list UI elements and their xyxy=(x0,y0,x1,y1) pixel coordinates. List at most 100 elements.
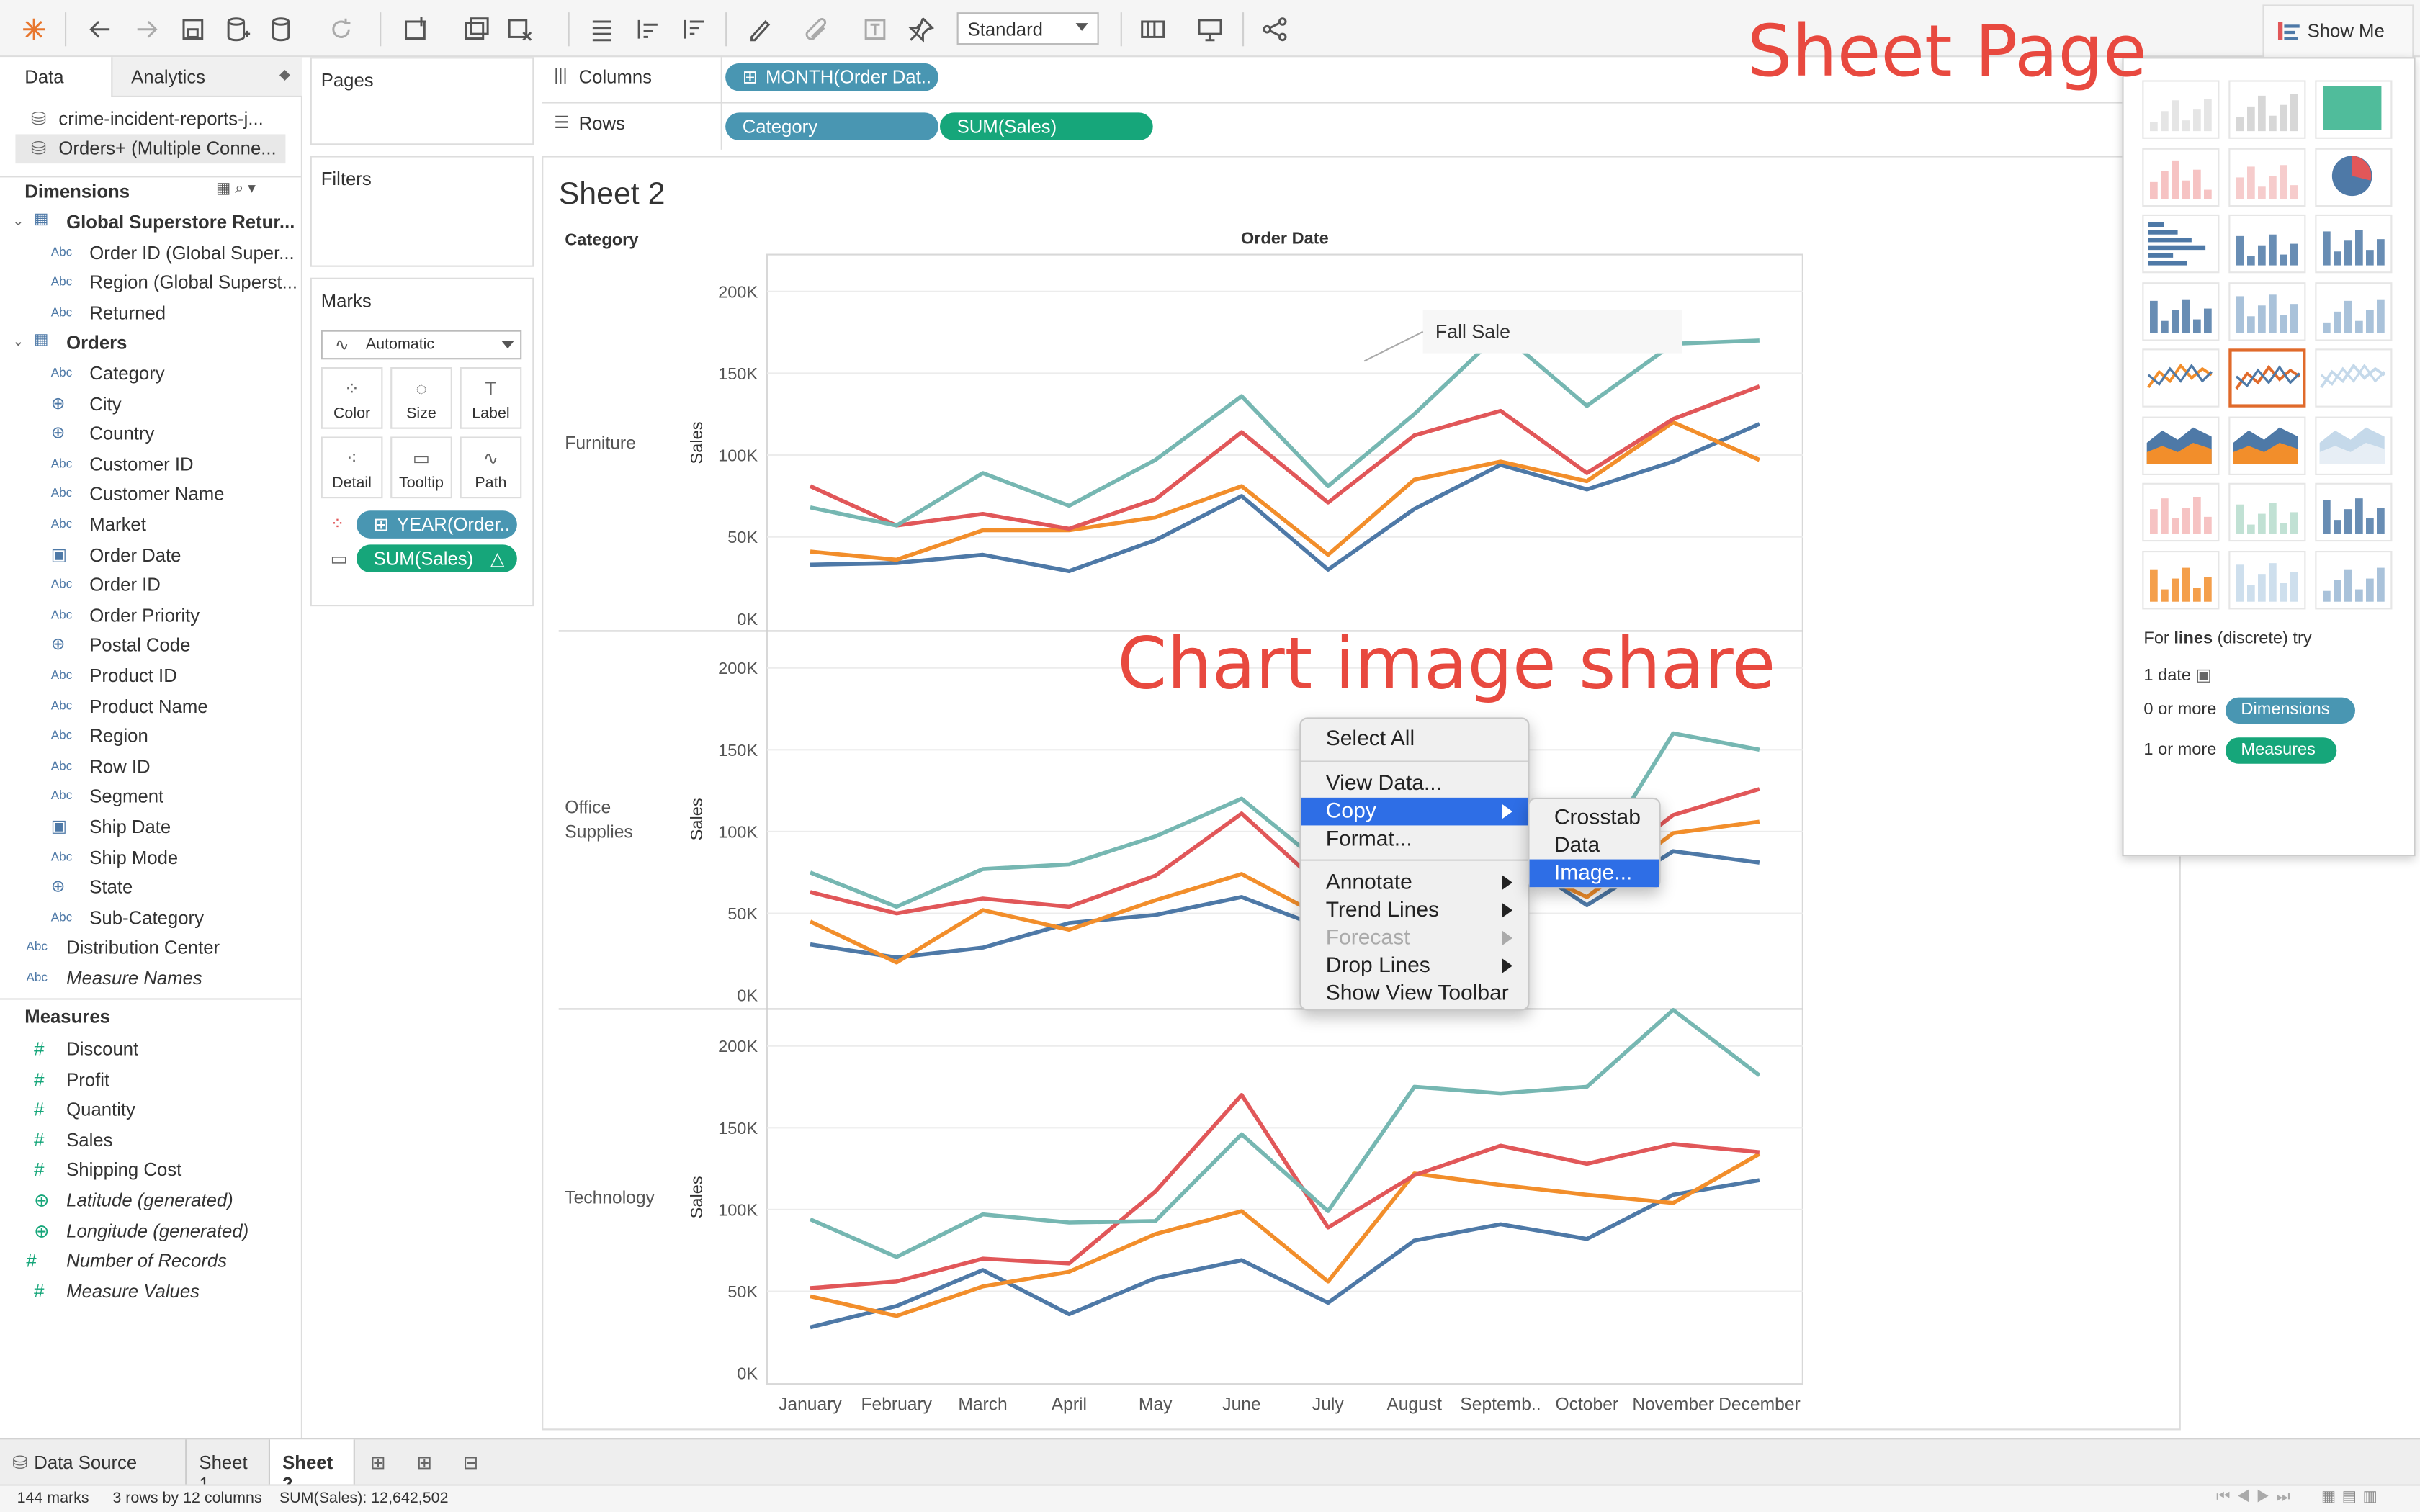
dimension-field[interactable]: Abc Product Name xyxy=(0,692,301,721)
submenu-item-image[interactable]: Image... xyxy=(1529,859,1659,888)
new-story-icon[interactable]: ⊟ xyxy=(451,1439,491,1485)
mark-detail-button[interactable]: ⁖ Detail xyxy=(321,436,383,499)
chart-type-thumbnail[interactable] xyxy=(2228,482,2306,542)
show-labels-icon[interactable] xyxy=(858,12,892,46)
series-line-0-3[interactable] xyxy=(810,330,1760,528)
chart-type-thumbnail[interactable] xyxy=(2142,282,2220,341)
view-grid-icon[interactable]: ▦▤▥ xyxy=(2321,1489,2383,1506)
dimension-field[interactable]: Abc Region xyxy=(0,722,301,752)
chart-type-thumbnail[interactable] xyxy=(2315,415,2393,474)
datasource-item[interactable]: ⛁ crime-incident-reports-j... xyxy=(15,105,285,135)
mark-color-button[interactable]: ⁘ Color xyxy=(321,366,383,429)
dimension-field[interactable]: Abc Sub-Category xyxy=(0,904,301,933)
highlight-icon[interactable] xyxy=(743,12,776,46)
rows-shelf[interactable]: ☰ Rows Category SUM(Sales) xyxy=(542,103,2131,150)
tab-sheet-2[interactable]: Sheet 2 xyxy=(268,1439,355,1495)
refresh-icon[interactable] xyxy=(324,12,358,46)
chart-type-thumbnail[interactable] xyxy=(2315,549,2393,609)
series-line-0-2[interactable] xyxy=(809,384,1760,531)
menu-item-view-data[interactable]: View Data... xyxy=(1301,770,1528,798)
mark-path-button[interactable]: ∿ Path xyxy=(460,436,522,499)
series-line-2-2[interactable] xyxy=(810,1092,1760,1290)
tab-data-source[interactable]: ⛁ Data Source xyxy=(0,1439,179,1485)
chart-type-thumbnail[interactable] xyxy=(2142,348,2220,408)
dimension-field[interactable]: Abc Row ID xyxy=(0,752,301,782)
show-cards-icon[interactable] xyxy=(1136,12,1170,46)
mark-tooltip-button[interactable]: ▭ Tooltip xyxy=(390,436,452,499)
fit-mode-select[interactable]: Standard xyxy=(956,12,1099,45)
chart-type-thumbnail[interactable] xyxy=(2228,147,2306,207)
dimension-field[interactable]: ⊕ Country xyxy=(0,420,301,449)
series-line-2-3[interactable] xyxy=(809,1007,1761,1259)
chart-type-thumbnail[interactable] xyxy=(2315,282,2393,341)
chart-type-thumbnail[interactable] xyxy=(2228,214,2306,274)
presentation-mode-icon[interactable] xyxy=(1193,12,1227,46)
dimension-field[interactable]: Abc Order ID xyxy=(0,571,301,600)
dimension-field[interactable]: Abc Order Priority xyxy=(0,601,301,631)
dimension-field[interactable]: Abc Ship Mode xyxy=(0,843,301,873)
columns-pill-month[interactable]: ⊞ MONTH(Order Dat.. xyxy=(725,63,938,91)
new-worksheet-tab-icon[interactable]: ⊞ xyxy=(358,1439,398,1485)
measure-field[interactable]: # Sales xyxy=(0,1126,301,1156)
dimension-field[interactable]: Abc Returned xyxy=(0,299,301,328)
dimension-field[interactable]: ▣ Ship Date xyxy=(0,813,301,842)
tab-analytics[interactable]: Analytics ◆ xyxy=(111,57,302,97)
datasource-item[interactable]: ⛁ Orders+ (Multiple Conne... xyxy=(15,134,286,164)
tableau-logo-icon[interactable] xyxy=(17,12,51,46)
dimension-tools-icon[interactable]: ▦ ⌕ ▾ xyxy=(216,181,256,198)
mark-label-button[interactable]: T Label xyxy=(460,366,522,429)
chart-type-thumbnail[interactable] xyxy=(2228,348,2306,408)
new-datasource-icon[interactable] xyxy=(220,12,254,46)
group-icon[interactable] xyxy=(799,12,833,46)
measure-field[interactable]: ⊕ Latitude (generated) xyxy=(0,1187,301,1216)
share-icon[interactable] xyxy=(1258,12,1291,46)
series-line-2-0[interactable] xyxy=(810,1178,1760,1330)
chart-type-thumbnail[interactable] xyxy=(2142,147,2220,207)
sort-descending-icon[interactable] xyxy=(678,12,712,46)
chart-type-thumbnail[interactable] xyxy=(2315,147,2393,207)
chart-type-thumbnail[interactable] xyxy=(2142,214,2220,274)
swap-icon[interactable] xyxy=(585,12,619,46)
chart-type-thumbnail[interactable] xyxy=(2142,80,2220,139)
measure-field[interactable]: # Quantity xyxy=(0,1096,301,1125)
dimension-field[interactable]: Abc Category xyxy=(0,359,301,389)
submenu-item-data[interactable]: Data xyxy=(1530,832,1659,860)
dimension-field[interactable]: ⊕ Postal Code xyxy=(0,631,301,661)
measure-field[interactable]: # Discount xyxy=(0,1035,301,1065)
chart-type-thumbnail[interactable] xyxy=(2315,348,2393,408)
dimension-field[interactable]: Abc Product ID xyxy=(0,662,301,691)
dimension-field[interactable]: ▣ Order Date xyxy=(0,541,301,570)
chart-type-thumbnail[interactable] xyxy=(2228,549,2306,609)
dimension-field[interactable]: Abc Measure Names xyxy=(0,964,301,994)
expand-chevron-icon[interactable]: ⌄ xyxy=(12,334,24,351)
chart-type-thumbnail[interactable] xyxy=(2142,549,2220,609)
new-dashboard-icon[interactable]: ⊞ xyxy=(404,1439,444,1485)
measure-field[interactable]: # Shipping Cost xyxy=(0,1156,301,1186)
menu-item-forecast[interactable]: Forecast xyxy=(1301,924,1528,953)
dimension-field[interactable]: ⊕ State xyxy=(0,873,301,903)
nav-arrows-icon[interactable]: ⏮◀▶⏭ xyxy=(2216,1489,2296,1506)
pin-icon[interactable] xyxy=(905,12,938,46)
chart-type-thumbnail[interactable] xyxy=(2315,482,2393,542)
menu-item-trend-lines[interactable]: Trend Lines xyxy=(1301,896,1528,924)
tab-data[interactable]: Data xyxy=(0,57,112,97)
chart-type-thumbnail[interactable] xyxy=(2142,482,2220,542)
duplicate-icon[interactable] xyxy=(460,12,494,46)
chart-type-thumbnail[interactable] xyxy=(2228,282,2306,341)
dimension-field[interactable]: ⊕ City xyxy=(0,390,301,419)
dimension-field[interactable]: Abc Distribution Center xyxy=(0,934,301,963)
menu-item-copy[interactable]: Copy xyxy=(1301,797,1528,826)
menu-item-show-view-toolbar[interactable]: Show View Toolbar xyxy=(1301,980,1528,1008)
dimension-field[interactable]: Abc Segment xyxy=(0,783,301,812)
dimension-field[interactable]: Abc Customer Name xyxy=(0,480,301,510)
chart-type-thumbnail[interactable] xyxy=(2228,415,2306,474)
series-line-0-0[interactable] xyxy=(810,422,1760,574)
show-me-button[interactable]: Show Me xyxy=(2262,4,2414,58)
submenu-item-crosstab[interactable]: Crosstab xyxy=(1530,804,1659,832)
tab-sheet-1[interactable]: Sheet 1 xyxy=(185,1439,269,1495)
measure-field[interactable]: # Measure Values xyxy=(0,1277,301,1307)
measure-field[interactable]: ⊕ Longitude (generated) xyxy=(0,1217,301,1246)
chart-type-thumbnail[interactable] xyxy=(2315,214,2393,274)
save-icon[interactable] xyxy=(176,12,210,46)
rows-pill-sales[interactable]: SUM(Sales) xyxy=(940,112,1153,140)
